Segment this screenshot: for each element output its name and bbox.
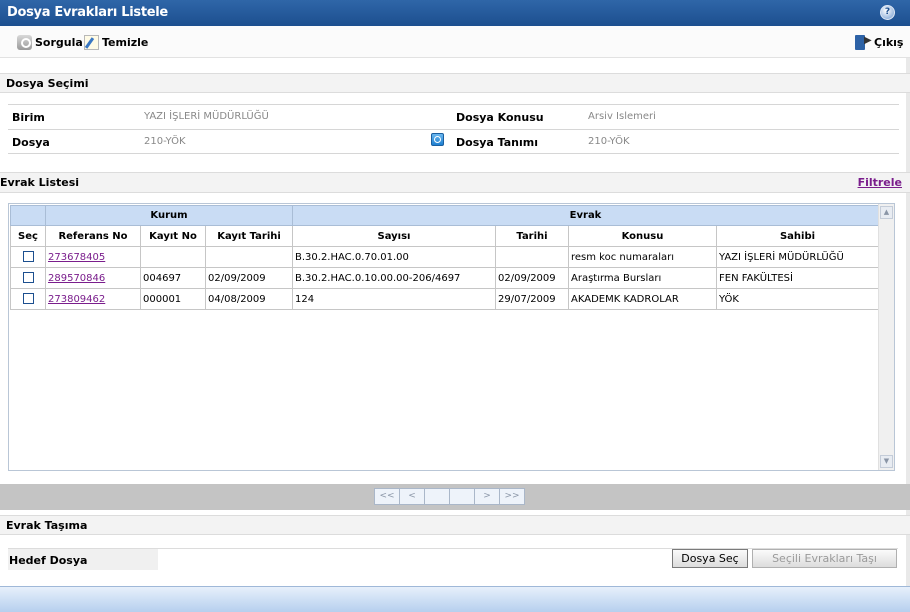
cell-sahibi: FEN FAKÜLTESİ <box>716 267 879 289</box>
help-icon[interactable]: ? <box>880 5 895 20</box>
col-header-sahibi[interactable]: Sahibi <box>716 225 879 247</box>
filter-link[interactable]: Filtrele <box>858 176 902 189</box>
clear-label: Temizle <box>102 35 149 49</box>
group-header-empty <box>10 205 46 226</box>
exit-label: Çıkış <box>874 35 904 49</box>
search-icon <box>17 34 32 50</box>
cell-kayit-no: 004697 <box>140 267 206 289</box>
window-title: Dosya Evrakları Listele <box>7 5 168 20</box>
doc-list-header: Evrak Listesi Filtrele <box>0 172 910 193</box>
toolbar: Sorgula Temizle Çıkış <box>0 26 910 58</box>
ref-link[interactable]: 273678405 <box>48 252 105 263</box>
dosya-row: Dosya 210-YÖK Dosya Tanımı 210-YÖK <box>8 129 899 154</box>
grid-scrollbar[interactable]: ▲ ▼ <box>878 204 894 470</box>
ref-link[interactable]: 289570846 <box>48 273 105 284</box>
col-header-tarihi[interactable]: Tarihi <box>495 225 569 247</box>
prev-page-button[interactable]: < <box>399 488 425 505</box>
dosya-field[interactable]: 210-YÖK <box>144 136 186 147</box>
row-checkbox[interactable] <box>22 293 34 305</box>
cell-kayit-no <box>140 246 206 268</box>
col-header-konusu[interactable]: Konusu <box>568 225 717 247</box>
doc-grid: Kurum Evrak Seç Referans No Kayıt No Kay… <box>8 203 895 471</box>
col-header-kayit-tarihi[interactable]: Kayıt Tarihi <box>205 225 293 247</box>
next-page-button[interactable]: > <box>474 488 500 505</box>
table-row: 273678405 B.30.2.HAC.0.70.01.00 resm koc… <box>10 246 879 268</box>
cell-kayit-no: 000001 <box>140 288 206 310</box>
row-checkbox[interactable] <box>22 272 34 284</box>
move-selected-button[interactable]: Seçili Evrakları Taşı <box>752 549 897 568</box>
cell-kayit-tarihi: 02/09/2009 <box>205 267 293 289</box>
tanim-label: Dosya Tanımı <box>456 136 539 149</box>
ref-link[interactable]: 273809462 <box>48 294 105 305</box>
exit-door-icon <box>855 34 872 50</box>
cell-kayit-tarihi <box>205 246 293 268</box>
last-page-button[interactable]: >> <box>499 488 525 505</box>
scroll-up-icon[interactable]: ▲ <box>880 206 893 219</box>
transfer-title: Evrak Taşıma <box>6 519 88 532</box>
konu-label: Dosya Konusu <box>456 111 544 124</box>
group-header-kurum: Kurum <box>45 205 293 226</box>
page-slot <box>449 488 475 505</box>
col-header-sayisi[interactable]: Sayısı <box>292 225 496 247</box>
col-header-sec[interactable]: Seç <box>10 225 46 247</box>
transfer-header: Evrak Taşıma <box>0 515 910 535</box>
page-slot <box>424 488 450 505</box>
select-file-button[interactable]: Dosya Seç <box>672 549 748 568</box>
birim-label: Birim <box>12 111 45 124</box>
exit-button[interactable]: Çıkış <box>855 34 903 50</box>
cell-sahibi: YÖK <box>716 288 879 310</box>
col-header-ref[interactable]: Referans No <box>45 225 141 247</box>
window-title-bar: Dosya Evrakları Listele ? <box>0 0 910 26</box>
birim-row: Birim YAZI İŞLERİ MÜDÜRLÜĞÜ Dosya Konusu… <box>8 104 899 129</box>
edit-icon <box>84 34 99 50</box>
group-header-evrak: Evrak <box>292 205 879 226</box>
birim-field[interactable]: YAZI İŞLERİ MÜDÜRLÜĞÜ <box>144 111 269 122</box>
cell-tarihi: 02/09/2009 <box>495 267 569 289</box>
cell-konusu: AKADEMK KADROLAR <box>568 288 717 310</box>
cell-tarihi: 29/07/2009 <box>495 288 569 310</box>
scroll-down-icon[interactable]: ▼ <box>880 455 893 468</box>
table-row: 289570846 004697 02/09/2009 B.30.2.HAC.0… <box>10 267 879 289</box>
target-file-label: Hedef Dosya <box>8 548 158 570</box>
cell-konusu: resm koc numaraları <box>568 246 717 268</box>
file-selection-title: Dosya Seçimi <box>6 77 89 90</box>
table-row: 273809462 000001 04/08/2009 124 29/07/20… <box>10 288 879 310</box>
cell-tarihi <box>495 246 569 268</box>
cell-sayisi: 124 <box>292 288 496 310</box>
cell-sahibi: YAZI İŞLERİ MÜDÜRLÜĞÜ <box>716 246 879 268</box>
konu-field[interactable]: Arsiv Islemeri <box>588 111 656 122</box>
query-label: Sorgula <box>35 35 83 49</box>
doc-table: Kurum Evrak Seç Referans No Kayıt No Kay… <box>10 205 879 310</box>
dosya-label: Dosya <box>12 136 50 149</box>
pager: << < > >> <box>374 488 525 505</box>
cell-sayisi: B.30.2.HAC.0.70.01.00 <box>292 246 496 268</box>
cell-kayit-tarihi: 04/08/2009 <box>205 288 293 310</box>
col-header-kayit-no[interactable]: Kayıt No <box>140 225 206 247</box>
cell-sayisi: B.30.2.HAC.0.10.00.00-206/4697 <box>292 267 496 289</box>
pager-band: << < > >> <box>0 484 910 510</box>
file-selection-header: Dosya Seçimi <box>0 73 910 93</box>
query-button[interactable]: Sorgula <box>17 34 83 50</box>
doc-list-title: Evrak Listesi <box>0 176 80 189</box>
tanim-field[interactable]: 210-YÖK <box>588 136 630 147</box>
cell-konusu: Araştırma Bursları <box>568 267 717 289</box>
clear-button[interactable]: Temizle <box>84 34 148 50</box>
file-lookup-icon[interactable] <box>431 133 444 146</box>
row-checkbox[interactable] <box>22 251 34 263</box>
footer-bar <box>0 586 910 612</box>
first-page-button[interactable]: << <box>374 488 400 505</box>
